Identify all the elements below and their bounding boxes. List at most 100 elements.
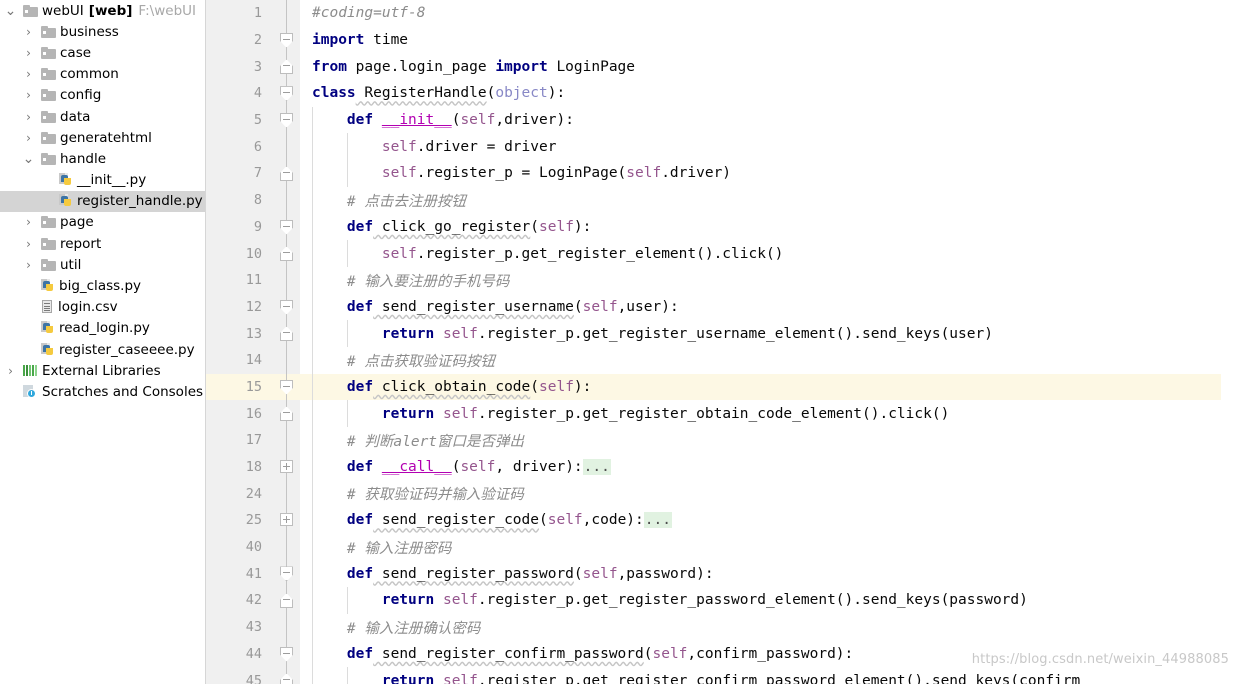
tree-node-big-class-py[interactable]: big_class.py — [0, 275, 205, 296]
line-number[interactable]: 17 — [206, 427, 274, 454]
fold-gutter[interactable] — [274, 53, 300, 81]
code-line[interactable]: 1 #coding=utf-8 — [206, 0, 1233, 27]
line-number[interactable]: 4 — [206, 80, 274, 107]
line-number[interactable]: 40 — [206, 533, 274, 561]
line-number[interactable]: 7 — [206, 160, 274, 187]
fold-gutter[interactable] — [274, 427, 300, 454]
line-number[interactable]: 25 — [206, 507, 274, 534]
tree-node--init-py[interactable]: __init__.py — [0, 170, 205, 191]
code-line[interactable]: 44 def send_register_confirm_password(se… — [206, 640, 1233, 668]
tree-node-login-csv[interactable]: login.csv — [0, 297, 205, 318]
line-number[interactable]: 8 — [206, 186, 274, 214]
line-number[interactable]: 43 — [206, 613, 274, 641]
line-number[interactable]: 12 — [206, 293, 274, 321]
code-line[interactable]: 8 # 点击去注册按钮 — [206, 186, 1233, 214]
chevron-right-icon[interactable]: › — [22, 89, 35, 101]
tree-node-external-libraries[interactable]: › External Libraries — [0, 360, 205, 381]
fold-gutter[interactable] — [274, 133, 300, 161]
code-line[interactable]: 4 class RegisterHandle(object): — [206, 80, 1233, 107]
expand-fold-icon[interactable] — [280, 459, 293, 473]
line-number[interactable]: 15 — [206, 373, 274, 401]
code-text[interactable]: return self.register_p.get_register_user… — [300, 320, 1233, 347]
fold-gutter[interactable] — [274, 346, 300, 374]
fold-region-start-icon[interactable] — [280, 112, 293, 128]
line-number[interactable]: 5 — [206, 106, 274, 134]
fold-gutter[interactable] — [274, 266, 300, 294]
line-number[interactable]: 2 — [206, 26, 274, 54]
tree-node-case[interactable]: › case — [0, 42, 205, 63]
line-number[interactable]: 44 — [206, 640, 274, 668]
chevron-right-icon[interactable]: › — [22, 68, 35, 80]
tree-node-handle[interactable]: ⌄ handle — [0, 148, 205, 169]
chevron-down-icon[interactable]: ⌄ — [4, 4, 17, 18]
fold-gutter[interactable] — [274, 320, 300, 347]
fold-gutter[interactable] — [274, 480, 300, 508]
fold-gutter[interactable] — [274, 106, 300, 134]
code-line[interactable]: 14 # 点击获取验证码按钮 — [206, 346, 1233, 374]
code-line[interactable]: 11 # 输入要注册的手机号码 — [206, 266, 1233, 294]
chevron-right-icon[interactable]: › — [22, 47, 35, 59]
code-line[interactable]: 9 def click_go_register(self): — [206, 213, 1233, 241]
tree-node-util[interactable]: › util — [0, 254, 205, 275]
fold-gutter[interactable] — [274, 667, 300, 684]
line-number[interactable]: 18 — [206, 453, 274, 481]
fold-gutter[interactable] — [274, 587, 300, 614]
code-line[interactable]: 17 # 判断alert窗口是否弹出 — [206, 427, 1233, 454]
fold-gutter[interactable] — [274, 293, 300, 321]
line-number[interactable]: 41 — [206, 560, 274, 588]
code-line[interactable]: 16 return self.register_p.get_register_o… — [206, 400, 1233, 427]
code-line[interactable]: 24 # 获取验证码并输入验证码 — [206, 480, 1233, 508]
fold-gutter[interactable] — [274, 0, 300, 27]
code-text[interactable]: def send_register_username(self,user): — [300, 293, 1233, 321]
fold-gutter[interactable] — [274, 373, 300, 401]
fold-region-start-icon[interactable] — [280, 646, 293, 662]
fold-gutter[interactable] — [274, 26, 300, 54]
fold-region-end-icon[interactable] — [280, 166, 293, 182]
tree-node-register-caseeee-py[interactable]: register_caseeee.py — [0, 339, 205, 360]
code-text[interactable]: # 输入注册确认密码 — [300, 613, 1233, 641]
code-text[interactable]: def click_obtain_code(self): — [300, 373, 1233, 401]
fold-region-start-icon[interactable] — [280, 299, 293, 315]
line-number[interactable]: 9 — [206, 213, 274, 241]
tree-node-register-handle-py[interactable]: register_handle.py — [0, 190, 205, 212]
code-text[interactable]: self.register_p = LoginPage(self.driver) — [300, 160, 1233, 187]
code-line[interactable]: 12 def send_register_username(self,user)… — [206, 293, 1233, 321]
tree-node-data[interactable]: › data — [0, 106, 205, 127]
code-text[interactable]: # 输入注册密码 — [300, 533, 1233, 561]
code-text[interactable]: def send_register_confirm_password(self,… — [300, 640, 1233, 668]
chevron-right-icon[interactable]: › — [22, 238, 35, 250]
code-text[interactable]: def __init__(self,driver): — [300, 106, 1233, 134]
code-text[interactable]: # 点击去注册按钮 — [300, 186, 1233, 214]
code-text[interactable]: self.driver = driver — [300, 133, 1233, 161]
code-text[interactable]: return self.register_p.get_register_conf… — [300, 667, 1233, 684]
fold-region-end-icon[interactable] — [280, 246, 293, 262]
fold-gutter[interactable] — [274, 400, 300, 427]
fold-region-end-icon[interactable] — [280, 59, 293, 75]
code-line[interactable]: 10 self.register_p.get_register_element(… — [206, 240, 1233, 267]
tree-node-report[interactable]: › report — [0, 233, 205, 254]
fold-region-start-icon[interactable] — [280, 566, 293, 582]
fold-gutter[interactable] — [274, 613, 300, 641]
line-number[interactable]: 13 — [206, 320, 274, 347]
code-line[interactable]: 45 return self.register_p.get_register_c… — [206, 667, 1233, 684]
fold-gutter[interactable] — [274, 560, 300, 588]
project-tool-window[interactable]: ⌄ webUI [web] F:\webUI › business › case › common… — [0, 0, 206, 684]
fold-region-start-icon[interactable] — [280, 219, 293, 235]
line-number[interactable]: 10 — [206, 240, 274, 267]
code-text[interactable]: # 输入要注册的手机号码 — [300, 266, 1233, 294]
code-text[interactable]: from page.login_page import LoginPage — [300, 53, 1233, 80]
fold-gutter[interactable] — [274, 507, 300, 534]
fold-gutter[interactable] — [274, 240, 300, 267]
fold-gutter[interactable] — [274, 186, 300, 214]
code-text[interactable]: # 判断alert窗口是否弹出 — [300, 427, 1233, 454]
project-tree[interactable]: ⌄ webUI [web] F:\webUI › business › case › common… — [0, 0, 205, 403]
code-text[interactable]: def click_go_register(self): — [300, 213, 1233, 241]
code-line[interactable]: 25 def send_register_code(self,code):... — [206, 507, 1233, 534]
code-text[interactable]: self.register_p.get_register_element().c… — [300, 240, 1233, 267]
code-line[interactable]: 40 # 输入注册密码 — [206, 533, 1233, 561]
code-text[interactable]: return self.register_p.get_register_pass… — [300, 587, 1233, 614]
code-editor[interactable]: 1 #coding=utf-8 2 import time 3 from page.log… — [206, 0, 1233, 684]
chevron-right-icon[interactable]: › — [4, 365, 17, 377]
code-line[interactable]: 42 return self.register_p.get_register_p… — [206, 587, 1233, 614]
project-root-node[interactable]: ⌄ webUI [web] F:\webUI — [0, 0, 205, 21]
